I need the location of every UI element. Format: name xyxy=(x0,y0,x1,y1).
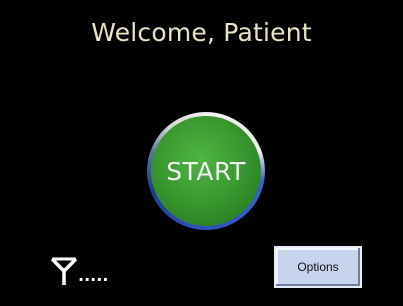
start-button[interactable]: START xyxy=(151,116,261,226)
patient-welcome-screen: Welcome, Patient START ..... Options xyxy=(0,0,403,306)
start-button-label: START xyxy=(166,156,246,186)
signal-strength-dots: ..... xyxy=(78,266,109,285)
welcome-heading: Welcome, Patient xyxy=(91,18,312,47)
options-button-label: Options xyxy=(297,260,339,274)
options-button[interactable]: Options xyxy=(274,246,362,288)
